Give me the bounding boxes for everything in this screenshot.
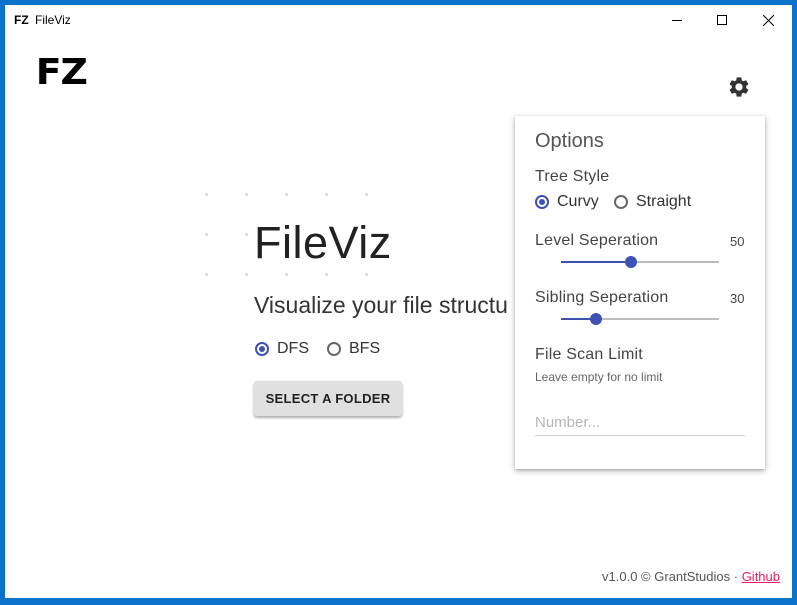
titlebar-logo: FZ (14, 13, 29, 27)
sibling-separation-value: 30 (730, 291, 745, 306)
dot (245, 233, 248, 236)
level-separation-slider[interactable] (561, 256, 719, 268)
maximize-button[interactable] (699, 5, 745, 35)
radio-curvy[interactable]: Curvy (535, 193, 599, 211)
scan-limit-label: File Scan Limit (535, 346, 643, 363)
scan-limit-input[interactable] (535, 410, 745, 436)
app-logo: FZ (35, 52, 88, 93)
radio-straight-label: Straight (636, 193, 692, 210)
dot (325, 273, 328, 276)
dot (325, 193, 328, 196)
scan-limit-hint: Leave empty for no limit (535, 370, 663, 384)
radio-bfs-label: BFS (349, 340, 381, 357)
minimize-icon (672, 20, 682, 21)
close-icon (762, 14, 774, 26)
tree-style-label: Tree Style (535, 168, 610, 185)
level-separation-fill (561, 261, 631, 263)
gear-icon (729, 77, 749, 97)
radio-bfs[interactable]: BFS (327, 340, 380, 358)
dot (205, 273, 208, 276)
close-button[interactable] (745, 5, 791, 35)
title-bar[interactable]: FZ FileViz (5, 5, 792, 35)
dot (365, 193, 368, 196)
level-separation-label: Level Seperation (535, 232, 659, 249)
radio-dfs[interactable]: DFS (255, 340, 309, 358)
dot (245, 273, 248, 276)
dot (285, 193, 288, 196)
radio-dfs-indicator[interactable] (255, 342, 269, 356)
select-folder-button[interactable]: SELECT A FOLDER (254, 381, 402, 416)
sibling-separation-thumb[interactable] (589, 313, 602, 325)
radio-straight-indicator[interactable] (614, 195, 628, 209)
options-panel: Options Tree Style Curvy Straight Level … (515, 116, 765, 469)
hero-subtitle: Visualize your file structu (254, 292, 508, 318)
sibling-separation-label: Sibling Seperation (535, 289, 669, 306)
options-title: Options (535, 130, 604, 152)
maximize-icon (717, 15, 727, 25)
app-window: FZ FileViz FZ FileViz Visualize your fil… (5, 5, 792, 598)
footer: v1.0.0 © GrantStudios · Github (602, 569, 780, 584)
minimize-button[interactable] (654, 5, 700, 35)
dot (245, 193, 248, 196)
radio-bfs-indicator[interactable] (327, 342, 341, 356)
dot (205, 193, 208, 196)
radio-straight[interactable]: Straight (614, 193, 691, 211)
radio-curvy-indicator[interactable] (535, 195, 549, 209)
hero-title: FileViz (254, 217, 392, 268)
github-link[interactable]: Github (742, 569, 780, 584)
settings-button[interactable] (727, 75, 751, 99)
dot (285, 273, 288, 276)
level-separation-value: 50 (730, 234, 745, 249)
dot (365, 273, 368, 276)
window-title: FileViz (35, 13, 71, 27)
radio-curvy-label: Curvy (557, 193, 599, 210)
radio-dfs-label: DFS (277, 340, 309, 357)
version-text: v1.0.0 © GrantStudios · (602, 569, 742, 584)
level-separation-thumb[interactable] (624, 256, 637, 268)
dot (205, 233, 208, 236)
sibling-separation-slider[interactable] (561, 313, 719, 325)
